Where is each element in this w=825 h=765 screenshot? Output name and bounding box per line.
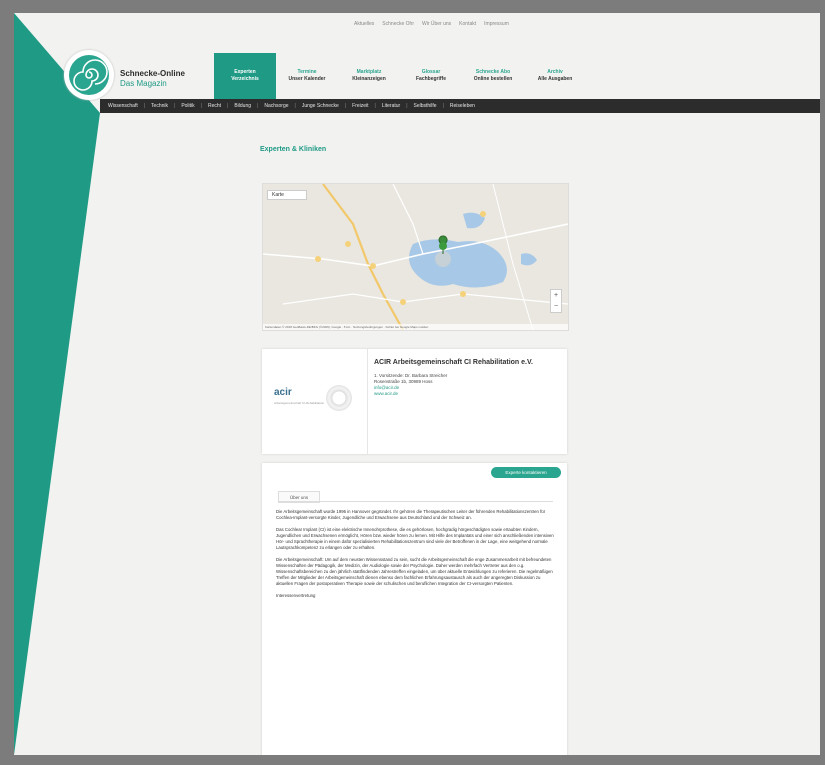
tab-divider (278, 501, 553, 502)
category-link[interactable]: Junge Schnecke (302, 103, 339, 109)
main-nav: Experten Verzeichnis Termine Unser Kalen… (214, 53, 586, 99)
separator: | (174, 103, 176, 109)
zoom-in-button[interactable]: + (554, 292, 558, 299)
description-panel: Experte kontaktieren Über uns Die Arbeit… (262, 463, 567, 755)
nav-marktplatz[interactable]: Marktplatz Kleinanzeigen (338, 53, 400, 99)
description-paragraph: Die Arbeitsgemeinschaft wurde 1996 in Ha… (276, 509, 546, 520)
map-attribution: Kartendaten © 2018 GeoBasis-DE/BKG (©200… (263, 324, 568, 330)
top-link[interactable]: Schnecke Ohr (382, 21, 414, 27)
nav-glossar[interactable]: Glossar Fachbegriffe (400, 53, 462, 99)
location-map[interactable]: Karte + − Kartendaten © 2018 GeoBasis-DE… (262, 183, 569, 331)
top-link[interactable]: Aktuelles (354, 21, 374, 27)
category-link[interactable]: Technik (151, 103, 168, 109)
top-link[interactable]: Kontakt (459, 21, 476, 27)
separator: | (294, 103, 296, 109)
map-type-select[interactable]: Karte (267, 190, 307, 200)
browser-frame: Aktuelles Schnecke Ohr Wir Über uns Kont… (14, 13, 820, 755)
description-paragraph: Interessenvertretung (276, 593, 316, 598)
contact-website[interactable]: www.acir.de (374, 391, 447, 397)
acir-logo-subtext: Arbeitsgemeinschaft CI-Rehabilitation (274, 401, 325, 405)
brand-subtitle: Das Magazin (120, 79, 167, 88)
map-tiles (263, 184, 568, 330)
separator: | (442, 103, 444, 109)
page-title: Experten & Kliniken (260, 146, 327, 153)
acir-ring-icon (326, 385, 352, 411)
snail-spiral-icon (69, 55, 109, 95)
nav-sublabel: Alle Ausgaben (537, 76, 573, 82)
category-bar: Wissenschaft | Technik | Politik | Recht | B… (100, 99, 820, 113)
nav-label: Termine (297, 69, 317, 75)
top-link[interactable]: Wir Über uns (422, 21, 451, 27)
contact-expert-button[interactable]: Experte kontaktieren (491, 467, 561, 478)
category-link[interactable]: Bildung (234, 103, 251, 109)
category-link[interactable]: Recht (208, 103, 221, 109)
separator: | (344, 103, 347, 109)
nav-sublabel: Fachbegriffe (415, 76, 446, 82)
nav-label: Marktplatz (356, 69, 382, 75)
expert-name: ACIR Arbeitsgemeinschaft CI Rehabilitati… (374, 359, 533, 366)
nav-termine[interactable]: Termine Unser Kalender (276, 53, 338, 99)
description-text: Die Arbeitsgemeinschaft wurde 1996 in Ha… (276, 509, 558, 605)
category-link[interactable]: Selbsthilfe (414, 103, 437, 109)
nav-sublabel: Unser Kalender (288, 76, 326, 82)
category-link[interactable]: Reiseleben (450, 103, 475, 109)
category-link[interactable]: Nachsorge (264, 103, 288, 109)
nav-label: Experten (234, 69, 256, 75)
acir-logo-text: acir (274, 387, 292, 398)
separator: | (257, 103, 259, 109)
nav-sublabel: Online bestellen (473, 76, 513, 82)
zoom-control: + − (550, 289, 562, 313)
brand[interactable]: Schnecke-Online Das Magazin (120, 69, 185, 89)
nav-archiv[interactable]: Archiv Alle Ausgaben (524, 53, 586, 99)
expert-logo: acir Arbeitsgemeinschaft CI-Rehabilitati… (262, 349, 368, 454)
separator: | (143, 103, 146, 109)
expert-contact: 1. Vorsitzende: Dr. Barbara Streicher Ro… (374, 373, 447, 397)
brand-title: Schnecke-Online (120, 69, 185, 78)
description-paragraph: Die Arbeitsgemeinschaft: Um auf dem neus… (276, 557, 553, 586)
nav-experten[interactable]: Experten Verzeichnis (214, 53, 276, 99)
separator: | (200, 103, 202, 109)
separator: | (227, 103, 229, 109)
category-link[interactable]: Literatur (382, 103, 400, 109)
separator: | (406, 103, 408, 109)
nav-sublabel: Verzeichnis (231, 76, 259, 82)
nav-sublabel: Kleinanzeigen (352, 76, 386, 82)
nav-abo[interactable]: Schnecke Abo Online bestellen (462, 53, 524, 99)
expert-card: acir Arbeitsgemeinschaft CI-Rehabilitati… (262, 349, 567, 454)
separator: | (374, 103, 376, 109)
zoom-out-button[interactable]: − (554, 303, 558, 310)
category-link[interactable]: Freizeit (352, 103, 368, 109)
top-link[interactable]: Impressum (484, 21, 509, 27)
category-link[interactable]: Politik (181, 103, 194, 109)
nav-label: Archiv (547, 69, 563, 75)
site-logo[interactable] (64, 50, 114, 100)
description-paragraph: Das Cochlear Implant (CI) ist eine elekt… (276, 527, 554, 550)
top-links: Aktuelles Schnecke Ohr Wir Über uns Kont… (354, 21, 509, 27)
nav-label: Schnecke Abo (475, 69, 511, 75)
category-link[interactable]: Wissenschaft (108, 103, 138, 109)
nav-label: Glossar (421, 69, 441, 75)
